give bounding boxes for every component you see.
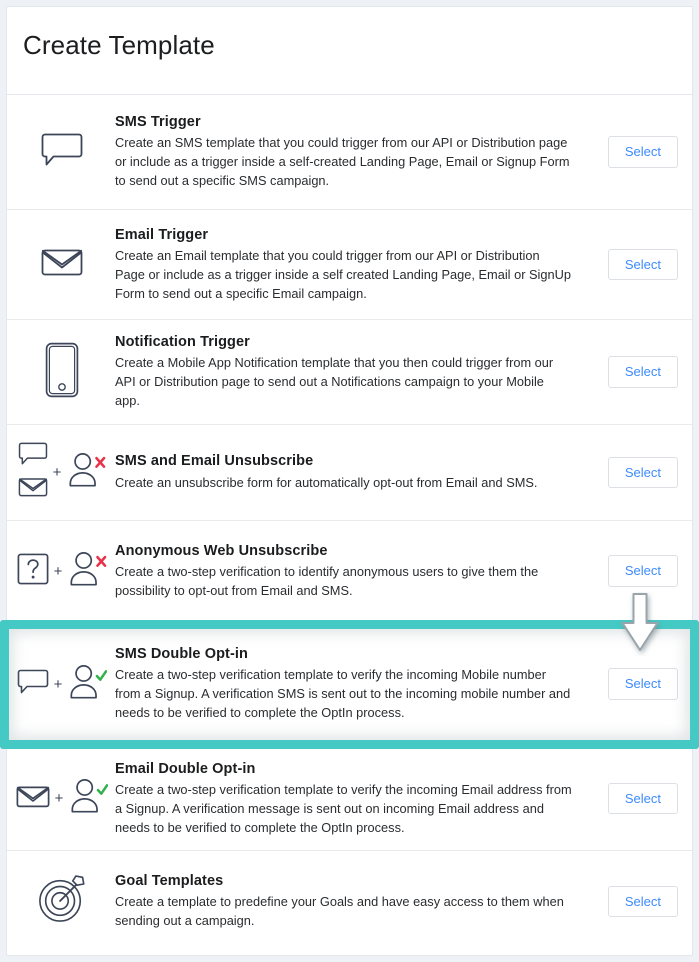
- list-item-description: Create an SMS template that you could tr…: [115, 135, 570, 189]
- row-icon-cell: +: [7, 550, 115, 593]
- row-icon-cell: +: [7, 441, 115, 504]
- row-action-cell: Select: [582, 782, 678, 815]
- row-icon-cell: [7, 874, 115, 929]
- icon-stack: [18, 441, 48, 504]
- row-icon-cell: +: [7, 663, 115, 706]
- speech-bubble-icon: [18, 441, 48, 472]
- plus-sign-icon: +: [54, 790, 64, 807]
- target-dart-icon: [37, 874, 87, 929]
- list-item-title: SMS and Email Unsubscribe: [115, 453, 314, 470]
- list-item-description: Create a Mobile App Notification templat…: [115, 355, 554, 409]
- list-item-title: Email Trigger: [115, 226, 209, 243]
- icon-combo: +: [17, 663, 108, 706]
- row-action-cell: Select: [582, 555, 678, 587]
- row-body: SMS and Email Unsubscribe Create an unsu…: [115, 438, 582, 506]
- list-item-description: Create a template to predefine your Goal…: [115, 894, 564, 929]
- select-button-sms-and-email-unsubscribe[interactable]: Select: [607, 456, 678, 489]
- select-button-anonymous-web-unsubscribe[interactable]: Select: [607, 555, 678, 587]
- envelope-icon: [18, 475, 48, 504]
- envelope-icon: [41, 245, 83, 284]
- list-item-title: Notification Trigger: [115, 334, 250, 351]
- plus-sign-icon: +: [53, 562, 63, 580]
- speech-bubble-icon: [17, 668, 49, 701]
- list-item-title: SMS Double Opt-in: [115, 646, 248, 663]
- row-icon-cell: [7, 342, 115, 403]
- list-item-sms-double-opt-in[interactable]: + SMS Double Opt-in Create a two-step ve…: [7, 622, 692, 747]
- list-item-description: Create a two-step verification template …: [115, 781, 572, 835]
- list-item-description: Create a two-step verification to identi…: [115, 563, 539, 598]
- page-root: Create Template SMS Trigger Create an SM…: [0, 0, 699, 962]
- list-item-goal-templates[interactable]: Goal Templates Create a template to pred…: [7, 851, 692, 952]
- row-action-cell: Select: [582, 456, 678, 489]
- row-action-cell: Select: [582, 136, 678, 168]
- person-with-x-icon: [67, 550, 107, 593]
- plus-sign-icon: +: [52, 464, 62, 481]
- page-title: Create Template: [23, 30, 215, 60]
- row-body: Anonymous Web Unsubscribe Create a two-s…: [115, 528, 582, 615]
- list-item-description: Create an Email template that you could …: [115, 247, 571, 301]
- envelope-icon: [16, 783, 50, 815]
- list-item-title: Goal Templates: [115, 873, 224, 889]
- list-item-email-trigger[interactable]: Email Trigger Create an Email template t…: [7, 210, 692, 320]
- row-icon-cell: [7, 245, 115, 284]
- mobile-phone-icon: [45, 342, 79, 403]
- create-template-card: Create Template SMS Trigger Create an SM…: [6, 6, 693, 956]
- row-body: Email Double Opt-in Create a two-step ve…: [115, 746, 582, 852]
- row-body: SMS Trigger Create an SMS template that …: [115, 99, 582, 205]
- person-with-check-icon: [68, 777, 109, 820]
- list-item-anonymous-web-unsubscribe[interactable]: + Anonymous Web Unsubscribe Create a two…: [7, 521, 692, 622]
- select-button-goal-templates[interactable]: Select: [607, 885, 678, 918]
- row-action-cell: Select: [582, 885, 678, 918]
- question-mark-box-icon: [17, 553, 49, 590]
- template-list: SMS Trigger Create an SMS template that …: [7, 95, 692, 952]
- row-action-cell: Select: [582, 668, 678, 700]
- plus-sign-icon: +: [53, 675, 63, 693]
- select-button-notification-trigger[interactable]: Select: [607, 356, 678, 388]
- list-item-sms-and-email-unsubscribe[interactable]: + SMS and Email Unsubscribe Create an un…: [7, 425, 692, 521]
- person-with-check-icon: [67, 663, 108, 706]
- select-button-sms-trigger[interactable]: Select: [607, 136, 678, 168]
- select-button-email-double-opt-in[interactable]: Select: [607, 782, 678, 815]
- list-item-description: Create an unsubscribe form for automatic…: [115, 474, 538, 490]
- list-item-title: Email Double Opt-in: [115, 760, 256, 777]
- list-item-email-double-opt-in[interactable]: + Email Double Opt-in Create a two-step …: [7, 747, 692, 851]
- row-icon-cell: +: [7, 777, 115, 820]
- row-body: SMS Double Opt-in Create a two-step veri…: [115, 631, 582, 737]
- list-item-notification-trigger[interactable]: Notification Trigger Create a Mobile App…: [7, 320, 692, 425]
- list-item-title: Anonymous Web Unsubscribe: [115, 542, 328, 559]
- row-action-cell: Select: [582, 356, 678, 388]
- list-item-sms-trigger[interactable]: SMS Trigger Create an SMS template that …: [7, 95, 692, 210]
- select-button-email-trigger[interactable]: Select: [607, 248, 678, 281]
- icon-combo: +: [16, 777, 109, 820]
- select-button-sms-double-opt-in[interactable]: Select: [607, 668, 678, 700]
- row-action-cell: Select: [582, 248, 678, 281]
- row-body: Notification Trigger Create a Mobile App…: [115, 319, 582, 425]
- row-body: Goal Templates Create a template to pred…: [115, 858, 582, 945]
- row-icon-cell: [7, 131, 115, 174]
- speech-bubble-icon: [41, 131, 83, 174]
- person-with-x-icon: [66, 451, 106, 494]
- row-body: Email Trigger Create an Email template t…: [115, 212, 582, 318]
- icon-combo: +: [17, 550, 108, 593]
- list-item-description: Create a two-step verification template …: [115, 667, 571, 721]
- icon-combo: +: [18, 441, 107, 504]
- list-item-title: SMS Trigger: [115, 114, 201, 131]
- card-header: Create Template: [7, 7, 692, 95]
